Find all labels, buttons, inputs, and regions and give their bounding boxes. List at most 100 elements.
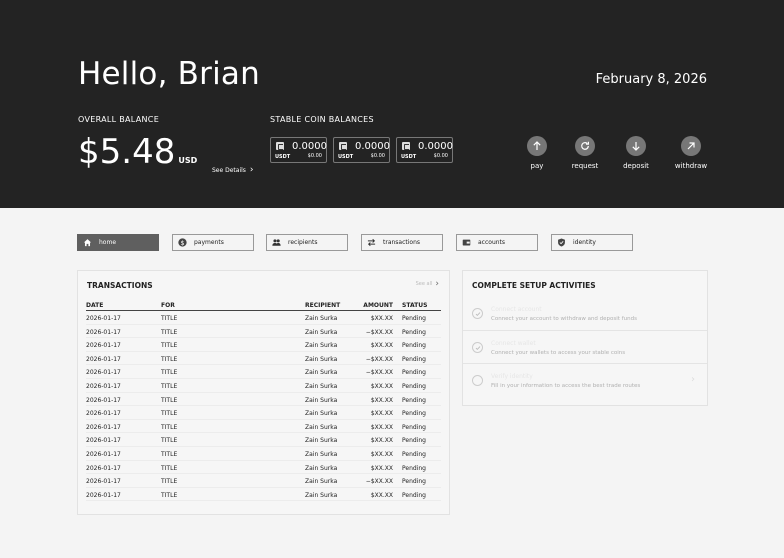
- see-all-link[interactable]: See all ›: [416, 280, 439, 289]
- cell-date: 2026-01-17: [86, 464, 121, 472]
- pay-button[interactable]: pay: [515, 136, 559, 170]
- cell-amount: $XX.XX: [370, 423, 393, 431]
- tab-label: transactions: [383, 239, 421, 246]
- cell-amount: −$XX.XX: [365, 328, 393, 336]
- tab-label: recipients: [288, 239, 318, 246]
- coin-card[interactable]: 0.0000 USDT $0.00: [333, 137, 390, 163]
- cell-date: 2026-01-17: [86, 369, 121, 377]
- table-row[interactable]: 2026-01-17 TITLE Zain Surka $XX.XX Pending: [86, 420, 441, 434]
- cell-amount: $XX.XX: [370, 315, 393, 322]
- cell-amount: $XX.XX: [370, 382, 393, 390]
- cell-status: Pending: [402, 410, 426, 418]
- column-header-amount: AMOUNT: [363, 302, 393, 309]
- request-button[interactable]: request: [563, 136, 607, 170]
- cell-for: TITLE: [161, 491, 178, 499]
- table-row[interactable]: 2026-01-17 TITLE Zain Surka $XX.XX Pending: [86, 488, 441, 502]
- cell-amount: −$XX.XX: [365, 355, 393, 363]
- cell-amount: $XX.XX: [370, 437, 393, 445]
- table-header: DATE FOR RECIPIENT AMOUNT STATUS: [86, 298, 441, 311]
- cell-recipient: Zain Surka: [305, 328, 338, 336]
- cell-amount: $XX.XX: [370, 464, 393, 472]
- tab-home[interactable]: home: [77, 234, 159, 251]
- table-row[interactable]: 2026-01-17 TITLE Zain Surka −$XX.XX Pending: [86, 352, 441, 366]
- dollar-icon: $: [178, 238, 187, 247]
- cell-date: 2026-01-17: [86, 315, 121, 322]
- see-details-link[interactable]: See Details ›: [212, 165, 254, 175]
- cell-recipient: Zain Surka: [305, 315, 338, 322]
- cell-date: 2026-01-17: [86, 423, 121, 431]
- cell-recipient: Zain Surka: [305, 342, 338, 350]
- setup-item-connect-wallet[interactable]: Connect wallet Connect your wallets to a…: [463, 330, 707, 363]
- shield-icon: [558, 238, 565, 247]
- chevron-right-icon: ›: [249, 165, 254, 175]
- coin-usd-value: $0.00: [370, 153, 385, 159]
- table-row[interactable]: 2026-01-17 TITLE Zain Surka −$XX.XX Pending: [86, 325, 441, 339]
- tether-icon: [402, 142, 410, 150]
- cell-status: Pending: [402, 450, 426, 458]
- table-row[interactable]: 2026-01-17 TITLE Zain Surka $XX.XX Pending: [86, 338, 441, 352]
- cell-date: 2026-01-17: [86, 396, 121, 404]
- setup-item-description: Connect your account to withdraw and dep…: [491, 316, 637, 322]
- setup-item-connect-account[interactable]: Connect account Connect your account to …: [463, 297, 707, 330]
- coin-amount: 0.0000: [418, 141, 453, 152]
- transactions-card: TRANSACTIONS See all › DATE FOR RECIPIEN…: [77, 270, 450, 515]
- setup-item-verify-identity[interactable]: Verify identity Fill in your information…: [463, 363, 707, 397]
- tab-label: identity: [573, 239, 596, 246]
- cell-date: 2026-01-17: [86, 437, 121, 445]
- coin-card[interactable]: 0.0000 USDT $0.00: [270, 137, 327, 163]
- table-row[interactable]: 2026-01-17 TITLE Zain Surka $XX.XX Pending: [86, 447, 441, 461]
- deposit-button[interactable]: deposit: [614, 136, 658, 170]
- cell-recipient: Zain Surka: [305, 369, 338, 377]
- withdraw-button[interactable]: withdraw: [669, 136, 713, 170]
- cell-status: Pending: [402, 328, 426, 336]
- setup-item-title: Connect wallet: [491, 340, 536, 347]
- cell-for: TITLE: [161, 437, 178, 445]
- cell-for: TITLE: [161, 450, 178, 458]
- svg-text:$: $: [180, 240, 184, 247]
- tab-label: accounts: [478, 239, 506, 246]
- table-row[interactable]: 2026-01-17 TITLE Zain Surka −$XX.XX Pending: [86, 365, 441, 379]
- cell-for: TITLE: [161, 423, 178, 431]
- cell-for: TITLE: [161, 382, 178, 390]
- tab-recipients[interactable]: recipients: [266, 234, 348, 251]
- balance-amount: $5.48: [78, 132, 176, 172]
- setup-item-title: Connect account: [491, 306, 542, 313]
- table-row[interactable]: 2026-01-17 TITLE Zain Surka −$XX.XX Pending: [86, 474, 441, 488]
- coin-amount: 0.0000: [355, 141, 390, 152]
- tab-identity[interactable]: identity: [551, 234, 633, 251]
- cell-recipient: Zain Surka: [305, 464, 338, 472]
- users-icon: [272, 239, 281, 246]
- cell-date: 2026-01-17: [86, 355, 121, 363]
- table-body: 2026-01-17 TITLE Zain Surka $XX.XX Pending 20…: [86, 311, 441, 502]
- transactions-title: TRANSACTIONS: [87, 281, 153, 290]
- table-row[interactable]: 2026-01-17 TITLE Zain Surka $XX.XX Pending: [86, 433, 441, 447]
- table-row[interactable]: 2026-01-17 TITLE Zain Surka $XX.XX Pending: [86, 406, 441, 420]
- tab-payments[interactable]: $ payments: [172, 234, 254, 251]
- tab-accounts[interactable]: accounts: [456, 234, 538, 251]
- cell-date: 2026-01-17: [86, 410, 121, 418]
- coin-amount: 0.0000: [292, 141, 327, 152]
- coin-card[interactable]: 0.0000 USDT $0.00: [396, 137, 453, 163]
- tab-transactions[interactable]: transactions: [361, 234, 443, 251]
- check-circle-icon: [472, 342, 483, 353]
- coin-symbol: USDT: [338, 154, 354, 160]
- table-row[interactable]: 2026-01-17 TITLE Zain Surka $XX.XX Pending: [86, 461, 441, 475]
- table-row[interactable]: 2026-01-17 TITLE Zain Surka $XX.XX Pending: [86, 393, 441, 407]
- table-row[interactable]: 2026-01-17 TITLE Zain Surka $XX.XX Pending: [86, 311, 441, 325]
- tether-icon: [339, 142, 347, 150]
- cell-for: TITLE: [161, 369, 178, 377]
- home-icon: [83, 239, 92, 247]
- cell-amount: $XX.XX: [370, 342, 393, 350]
- cell-date: 2026-01-17: [86, 491, 121, 499]
- setup-item-description: Fill in your information to access the b…: [491, 383, 641, 389]
- transfer-icon: [367, 238, 376, 247]
- column-header-for: FOR: [161, 302, 175, 309]
- table-row[interactable]: 2026-01-17 TITLE Zain Surka $XX.XX Pending: [86, 379, 441, 393]
- setup-item-description: Connect your wallets to access your stab…: [491, 350, 626, 356]
- withdraw-label: withdraw: [674, 162, 708, 170]
- stable-coin-list: 0.0000 USDT $0.00 0.0000 USDT $0.00 0.00…: [270, 137, 453, 163]
- cell-status: Pending: [402, 478, 426, 486]
- tether-icon: [276, 142, 284, 150]
- header-banner: Hello, Brian February 8, 2026 OVERALL BA…: [0, 0, 784, 208]
- arrow-up-icon: [527, 136, 547, 156]
